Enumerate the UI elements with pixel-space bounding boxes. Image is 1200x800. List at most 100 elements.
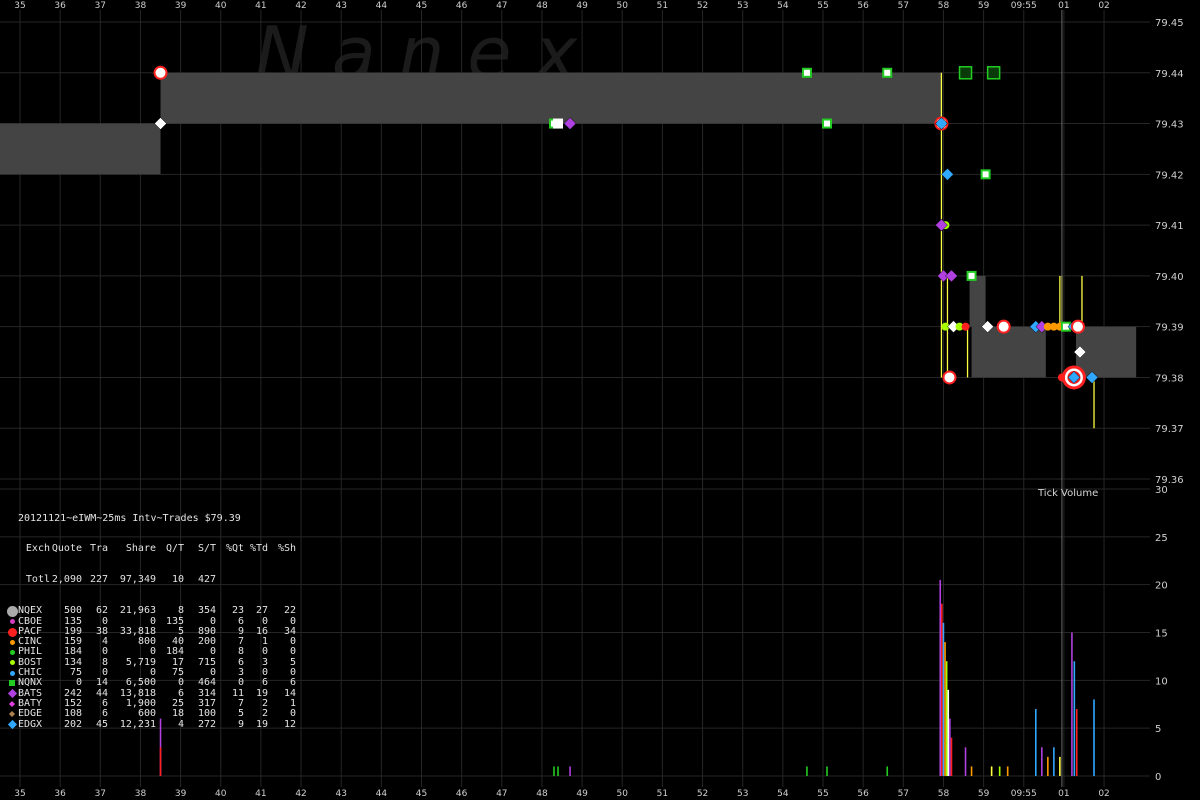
circle-icon bbox=[6, 650, 18, 656]
x-tick-label: 57 bbox=[898, 789, 909, 799]
stats-cell: 12,231 bbox=[119, 718, 156, 730]
x-tick-label: 48 bbox=[536, 1, 548, 11]
stats-header-cell: Q/T bbox=[165, 543, 184, 555]
exchange-symbol-icon bbox=[8, 711, 16, 718]
stats-cell: 4 bbox=[177, 718, 184, 730]
exchange-symbol-icon bbox=[6, 605, 18, 617]
nbbo-band bbox=[0, 123, 161, 175]
x-tick-label: 47 bbox=[496, 1, 507, 11]
volume-tick-label: 5 bbox=[1155, 724, 1161, 735]
exchange-symbol-icon bbox=[9, 639, 15, 645]
stats-cell: 5 bbox=[237, 708, 244, 720]
volume-tick-label: 25 bbox=[1155, 533, 1168, 544]
x-tick-label: 42 bbox=[295, 789, 306, 799]
trade-marker-nqnx bbox=[986, 66, 1001, 80]
x-tick-label: 54 bbox=[777, 1, 789, 11]
stats-header-cell: %Td bbox=[249, 543, 268, 555]
tick-volume-label: Tick Volume bbox=[1038, 488, 1099, 499]
volume-tick-label: 20 bbox=[1155, 581, 1168, 592]
stats-row: EDGX 202 45 12,231 4 272 9 19 12 bbox=[6, 718, 296, 730]
stats-header-cell: S/T bbox=[197, 543, 216, 555]
circle-icon bbox=[6, 619, 18, 625]
x-axis-bottom: 35 36 37 38 39 40 41 42 43 44 45 46 47 48 49 50 51 52 53 54… bbox=[14, 789, 1110, 799]
x-tick-label: 42 bbox=[295, 1, 306, 11]
x-tick-label: 09:55 bbox=[1011, 789, 1037, 799]
square-icon bbox=[6, 680, 18, 687]
exchange-symbol-icon bbox=[9, 619, 15, 625]
trade-marker-nqnx bbox=[966, 270, 977, 281]
stats-total-cell: 427 bbox=[197, 574, 216, 586]
circle-icon bbox=[6, 627, 18, 637]
stats-header-cell: Quote bbox=[51, 543, 82, 555]
stats-header-cell: %Sh bbox=[277, 543, 296, 555]
x-tick-label: 59 bbox=[978, 789, 990, 799]
stats-row: EDGE 108 6 600 18 100 5 2 0 bbox=[6, 708, 296, 720]
x-tick-label: 49 bbox=[576, 789, 588, 799]
price-tick-label: 79.42 bbox=[1155, 170, 1184, 181]
x-tick-label: 50 bbox=[617, 789, 629, 799]
trade-marker-pacf bbox=[1070, 319, 1085, 334]
stats-title: 20121121~eIWM~25ms Intv~Trades $79.39 bbox=[18, 512, 241, 524]
x-tick-label: 40 bbox=[215, 789, 227, 799]
x-tick-label: 37 bbox=[95, 1, 106, 11]
x-tick-label: 43 bbox=[335, 1, 346, 11]
diamond-icon bbox=[6, 689, 18, 699]
x-tick-label: 41 bbox=[255, 1, 266, 11]
x-tick-label: 37 bbox=[95, 789, 106, 799]
x-tick-label: 46 bbox=[456, 789, 468, 799]
stats-total-cell: 97,349 bbox=[119, 574, 156, 586]
x-tick-label: 51 bbox=[657, 789, 668, 799]
x-tick-label: 59 bbox=[978, 1, 990, 11]
x-tick-label: 36 bbox=[54, 789, 66, 799]
volume-tick-label: 10 bbox=[1155, 676, 1168, 687]
x-tick-label: 56 bbox=[857, 789, 869, 799]
exchange-symbol-icon bbox=[8, 701, 16, 708]
x-tick-label: 48 bbox=[536, 789, 548, 799]
diamond-icon bbox=[6, 711, 18, 718]
price-tick-label: 79.45 bbox=[1155, 18, 1184, 29]
exchange-symbol-icon bbox=[9, 670, 15, 676]
stats-total-row: Totl 2,090 227 97,349 10 427 bbox=[6, 574, 296, 586]
x-tick-label: 44 bbox=[376, 1, 388, 11]
stats-header-cell: Exch bbox=[25, 543, 50, 555]
x-tick-label: 40 bbox=[215, 1, 227, 11]
x-tick-label: 57 bbox=[898, 1, 909, 11]
trade-marker-nqnx bbox=[822, 118, 833, 129]
exchange-stats-table: 20121121~eIWM~25ms Intv~Trades $79.39 Ex… bbox=[6, 493, 296, 740]
trade-marker-bats bbox=[935, 218, 948, 232]
exchange-symbol-icon bbox=[7, 720, 17, 730]
nbbo-band bbox=[160, 72, 942, 124]
x-tick-label: 55 bbox=[817, 1, 828, 11]
trade-marker-nqnx bbox=[801, 67, 812, 78]
stats-total-cell: 227 bbox=[89, 574, 108, 586]
x-tick-label: 36 bbox=[54, 1, 66, 11]
trade-marker-nqnx bbox=[980, 169, 991, 180]
x-tick-label: 53 bbox=[737, 1, 748, 11]
x-tick-label: 39 bbox=[175, 1, 187, 11]
stats-header-cell: %Qt bbox=[225, 543, 244, 555]
y-axis-volume: 0 5 10 15 20 25 30 bbox=[1155, 485, 1168, 783]
circle-icon bbox=[6, 670, 18, 676]
stats-cell: 12 bbox=[283, 718, 296, 730]
exchange-symbol-icon bbox=[9, 650, 15, 656]
volume-tick-label: 0 bbox=[1155, 772, 1161, 783]
trade-marker-nqnx bbox=[882, 67, 893, 78]
nbbo-band bbox=[969, 275, 986, 327]
stats-cell: 2 bbox=[261, 708, 268, 720]
trade-marker-pacf bbox=[996, 319, 1011, 334]
x-tick-label: 49 bbox=[576, 1, 588, 11]
stats-cell: 108 bbox=[63, 708, 82, 720]
trade-marker-pacf bbox=[942, 370, 957, 385]
exchange-symbol-icon bbox=[9, 680, 15, 687]
stats-total-cell: 2,090 bbox=[51, 574, 82, 586]
x-tick-label: 55 bbox=[817, 789, 828, 799]
stats-total-cell: Totl bbox=[25, 574, 50, 586]
stats-cell: EDGE bbox=[18, 708, 43, 720]
x-tick-label: 39 bbox=[175, 789, 187, 799]
volume-tick-label: 15 bbox=[1155, 629, 1168, 640]
x-tick-label: 01 bbox=[1058, 1, 1069, 11]
exchange-symbol-icon bbox=[9, 660, 15, 666]
x-tick-label: 54 bbox=[777, 789, 789, 799]
x-tick-label: 44 bbox=[376, 789, 388, 799]
stats-cell: 272 bbox=[197, 718, 216, 730]
